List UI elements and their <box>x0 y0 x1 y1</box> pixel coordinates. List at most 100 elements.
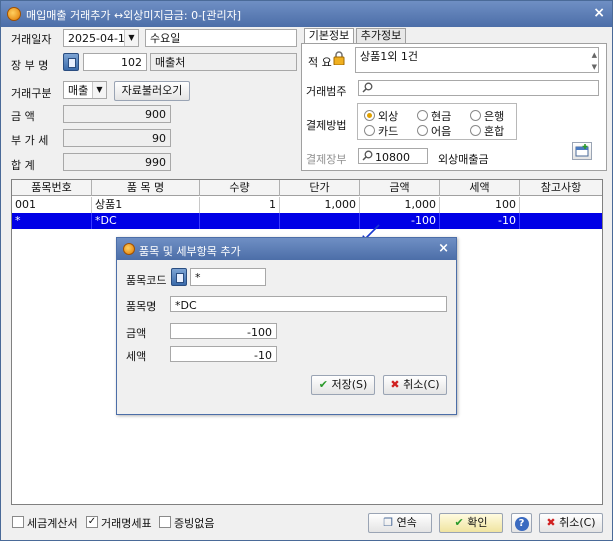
close-icon[interactable]: × <box>438 241 449 256</box>
radio-credit[interactable] <box>364 110 375 121</box>
footer-cancel-button[interactable]: ✖ 취소(C) <box>539 513 603 533</box>
summary-field[interactable]: 상품1외 1건 ▲ ▼ <box>355 47 599 73</box>
col-price[interactable]: 단가 <box>280 180 360 196</box>
calendar-add-icon[interactable] <box>572 142 592 160</box>
total-label: 합 계 <box>11 159 35 172</box>
amount-field: 900 <box>63 105 171 123</box>
search-icon[interactable] <box>362 82 374 94</box>
col-qty[interactable]: 수량 <box>200 180 280 196</box>
total-value: 990 <box>145 156 166 169</box>
confirm-button[interactable]: ✔ 확인 <box>439 513 503 533</box>
total-field: 990 <box>63 153 171 171</box>
save-button[interactable]: ✔ 저장(S) <box>311 375 375 395</box>
cell-note <box>520 197 602 213</box>
continue-button[interactable]: ❐ 연속 <box>368 513 432 533</box>
date-value: 2025-04-16 <box>68 32 132 45</box>
pay-method-label: 결제방법 <box>306 119 347 132</box>
amount-label: 금 액 <box>11 110 35 123</box>
tab-basic-info[interactable]: 기본정보 <box>304 28 354 44</box>
grid-header: 품목번호 품 목 명 수량 단가 금액 세액 참고사항 <box>12 180 602 196</box>
title-bar: 매입매출 거래추가 ↔외상미지급금: 0-[관리자] × <box>1 1 612 27</box>
cell-price: 1,000 <box>280 197 360 213</box>
lock-icon <box>333 51 345 66</box>
cell-qty: 1 <box>200 197 280 213</box>
radio-note[interactable] <box>417 125 428 136</box>
chevron-down-icon[interactable]: ▼ <box>124 30 138 46</box>
cancel-x-icon: ✖ <box>546 516 556 529</box>
check-icon: ✔ <box>454 516 464 529</box>
ledger-picker-icon[interactable] <box>63 53 79 71</box>
col-tax[interactable]: 세액 <box>440 180 520 196</box>
item-amount-value: -100 <box>247 326 272 339</box>
confirm-button-label: 확인 <box>467 516 488 529</box>
app-icon <box>7 7 21 21</box>
date-select[interactable]: 2025-04-16 ▼ <box>63 29 139 47</box>
scroll-down-icon[interactable]: ▼ <box>592 61 597 72</box>
summary-label: 적 요 <box>308 56 332 69</box>
radio-bank[interactable] <box>470 110 481 121</box>
tab-extra-info[interactable]: 추가정보 <box>356 28 406 43</box>
cancel-button[interactable]: ✖ 취소(C) <box>383 375 447 395</box>
col-note[interactable]: 참고사항 <box>520 180 602 196</box>
item-tax-value: -10 <box>254 349 272 362</box>
radio-card[interactable] <box>364 125 375 136</box>
pay-ledger-name: 외상매출금 <box>438 153 489 166</box>
pay-method-group: 외상 현금 은행 카드 어음 혼합 <box>357 103 517 140</box>
item-picker-icon[interactable] <box>171 268 187 286</box>
pay-ledger-code-field[interactable]: 10800 <box>358 148 428 164</box>
table-row[interactable]: 001 상품1 1 1,000 1,000 100 <box>12 197 602 213</box>
load-data-button[interactable]: 자료불러오기 <box>114 81 190 101</box>
tax-invoice-checkbox[interactable] <box>12 516 24 528</box>
ledger-code-field[interactable]: 102 <box>83 53 147 71</box>
summary-value: 상품1외 1건 <box>360 50 418 63</box>
ledger-name-field: 매출처 <box>150 53 297 71</box>
chevron-down-icon[interactable]: ▼ <box>92 82 106 98</box>
radio-cash[interactable] <box>417 110 428 121</box>
footer-bar: 세금계산서 ✓ 거래명세표 증빙없음 ❐ 연속 ✔ 확인 ? ✖ 취소(C) <box>1 509 612 540</box>
item-amount-field[interactable]: -100 <box>170 323 277 339</box>
cancel-x-icon: ✖ <box>390 378 400 391</box>
item-tax-field[interactable]: -10 <box>170 346 277 362</box>
radio-credit-label: 외상 <box>378 110 399 123</box>
col-item-name[interactable]: 품 목 명 <box>92 180 200 196</box>
radio-mixed[interactable] <box>470 125 481 136</box>
cell-note <box>520 213 602 229</box>
footer-cancel-label: 취소(C) <box>559 516 596 529</box>
help-button[interactable]: ? <box>511 513 532 533</box>
vat-value: 90 <box>152 132 166 145</box>
col-item-code[interactable]: 품목번호 <box>12 180 92 196</box>
cell-price <box>280 213 360 229</box>
item-name-value: *DC <box>175 299 197 312</box>
no-proof-label: 증빙없음 <box>174 517 215 530</box>
close-icon[interactable]: × <box>593 5 605 21</box>
item-code-field[interactable]: * <box>190 268 266 286</box>
tax-invoice-label: 세금계산서 <box>27 517 78 530</box>
vat-label: 부 가 세 <box>11 134 49 147</box>
basic-info-panel: 적 요 상품1외 1건 ▲ ▼ 거래범주 결제방법 외상 현금 은행 카드 어음… <box>301 43 607 171</box>
no-proof-checkbox[interactable] <box>159 516 171 528</box>
app-icon <box>123 243 135 255</box>
radio-cash-label: 현금 <box>431 110 452 123</box>
check-icon: ✔ <box>318 378 328 391</box>
cell-amount: 1,000 <box>360 197 440 213</box>
cell-tax: -10 <box>440 213 520 229</box>
item-amount-label: 금액 <box>126 327 147 340</box>
statement-checkbox[interactable]: ✓ <box>86 516 98 528</box>
cell-qty <box>200 213 280 229</box>
item-add-dialog: 품목 및 세부항목 추가 × 품목코드 * 품목명 *DC 금액 -100 세액… <box>116 237 457 415</box>
item-code-label: 품목코드 <box>126 274 167 287</box>
type-select[interactable]: 매출 ▼ <box>63 81 107 99</box>
col-amount[interactable]: 금액 <box>360 180 440 196</box>
pay-ledger-label: 결제장부 <box>306 153 347 166</box>
table-row-selected[interactable]: * *DC -100 -10 <box>12 213 602 229</box>
ledger-name: 매출처 <box>155 56 186 69</box>
radio-bank-label: 은행 <box>484 110 505 123</box>
statement-label: 거래명세표 <box>101 517 152 530</box>
category-field[interactable] <box>358 80 599 96</box>
window-title: 매입매출 거래추가 ↔외상미지급금: 0-[관리자] <box>26 9 242 22</box>
item-name-label: 품목명 <box>126 300 157 313</box>
cancel-button-label: 취소(C) <box>403 378 440 391</box>
save-button-label: 저장(S) <box>331 378 368 391</box>
search-icon[interactable] <box>362 150 374 162</box>
item-name-field[interactable]: *DC <box>170 296 447 312</box>
